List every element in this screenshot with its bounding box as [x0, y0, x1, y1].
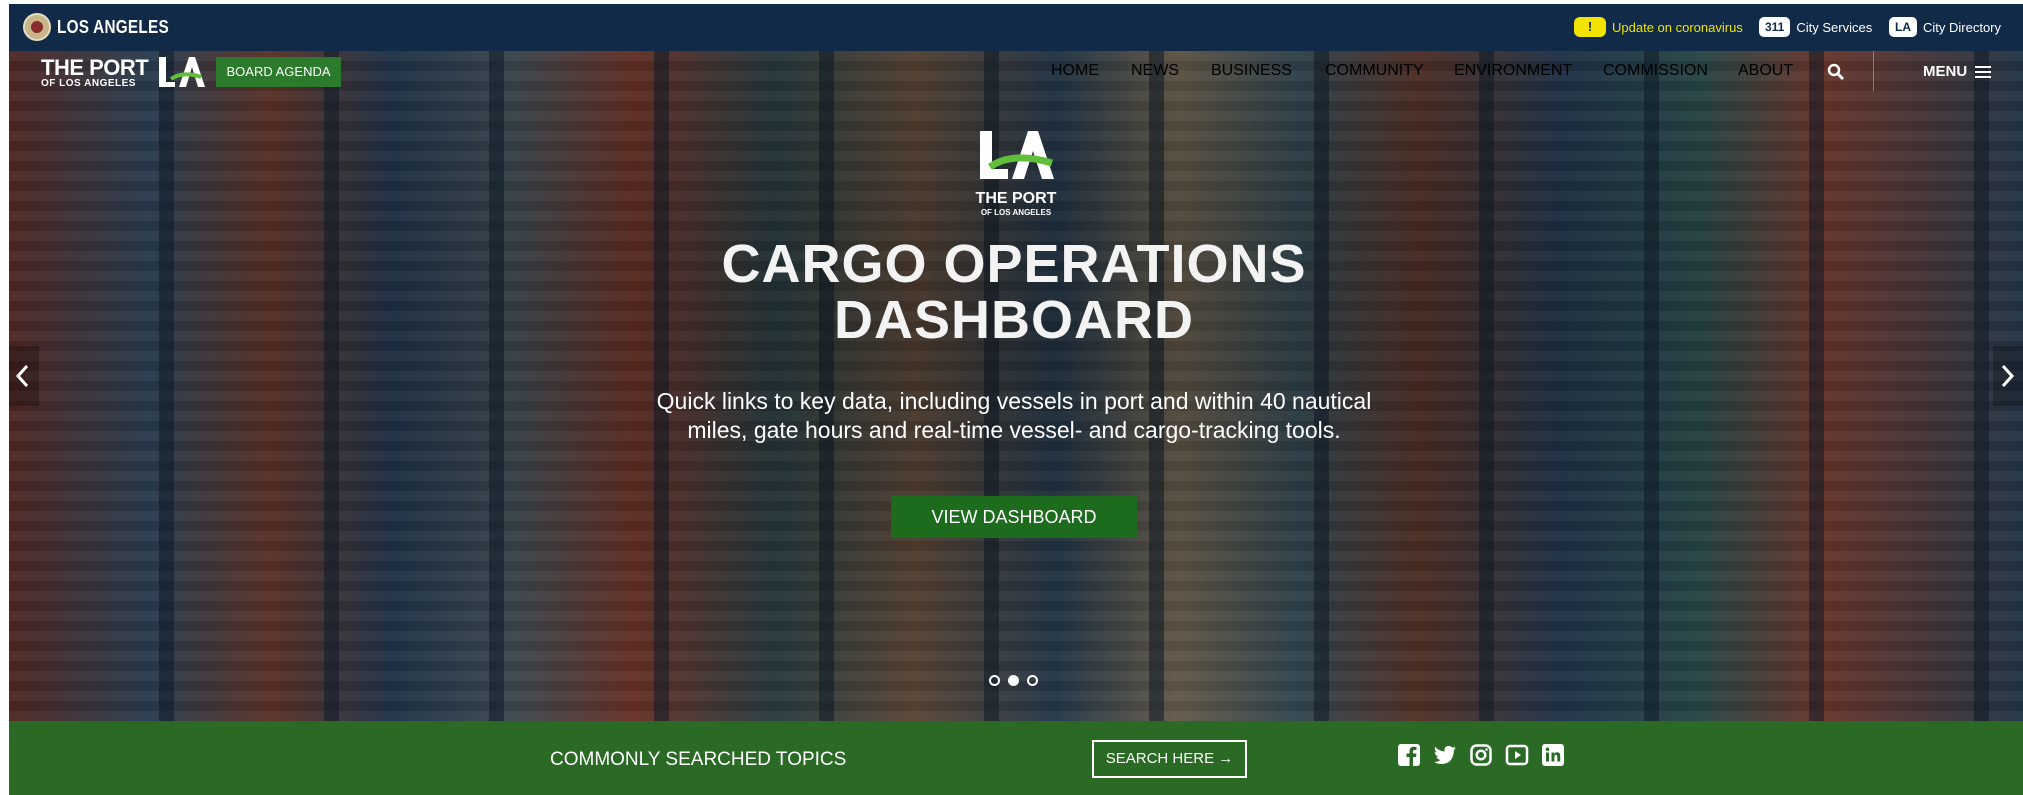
- facebook-icon[interactable]: [1397, 743, 1421, 767]
- alert-icon: !: [1574, 17, 1606, 37]
- view-dashboard-button[interactable]: VIEW DASHBOARD: [891, 496, 1137, 538]
- nav-home[interactable]: HOME: [1051, 62, 1099, 80]
- hero-carousel: THE PORT OF LOS ANGELES BOARD AGENDA HOM…: [9, 51, 2023, 721]
- chevron-right-icon: [2001, 364, 2015, 388]
- hero-title: CARGO OPERATIONS DASHBOARD: [721, 234, 1307, 350]
- nav-commission[interactable]: COMMISSION: [1603, 62, 1708, 80]
- nav-news[interactable]: NEWS: [1131, 62, 1179, 80]
- nav-business[interactable]: BUSINESS: [1211, 62, 1292, 80]
- search-icon[interactable]: [1827, 63, 1845, 81]
- city-services-link[interactable]: 311 City Services: [1759, 17, 1872, 37]
- la-badge: LA: [1889, 17, 1917, 37]
- menu-label: MENU: [1923, 63, 1968, 80]
- carousel-dot-1[interactable]: [989, 675, 1000, 686]
- linkedin-icon[interactable]: [1541, 743, 1565, 767]
- commonly-searched-topics-label: COMMONLY SEARCHED TOPICS: [550, 749, 847, 770]
- city-seal-icon[interactable]: [23, 13, 51, 41]
- la-logo-icon: [159, 57, 205, 87]
- city-top-bar: LOS ANGELES ! Update on coronavirus 311 …: [9, 4, 2023, 51]
- youtube-icon[interactable]: [1505, 743, 1529, 767]
- carousel-dot-3[interactable]: [1027, 675, 1038, 686]
- searched-topics-bar: COMMONLY SEARCHED TOPICS SEARCH HERE →: [9, 721, 2023, 795]
- logo-line1: THE PORT: [41, 55, 149, 80]
- carousel-next-button[interactable]: [1993, 346, 2023, 406]
- chevron-left-icon: [15, 364, 29, 388]
- services-311-badge: 311: [1759, 17, 1791, 37]
- carousel-dots: [989, 675, 1038, 686]
- nav-community[interactable]: COMMUNITY: [1325, 62, 1424, 80]
- hero-subtitle: Quick links to key data, including vesse…: [656, 388, 1372, 443]
- carousel-prev-button[interactable]: [9, 346, 39, 406]
- nav-divider: [1873, 51, 1874, 91]
- twitter-icon[interactable]: [1433, 743, 1457, 767]
- coronavirus-alert-link[interactable]: ! Update on coronavirus: [1574, 17, 1743, 37]
- menu-button[interactable]: MENU: [1923, 63, 1992, 80]
- instagram-icon[interactable]: [1469, 743, 1493, 767]
- alert-text: Update on coronavirus: [1612, 19, 1743, 35]
- center-logo-line1: THE PORT: [976, 190, 1057, 207]
- city-directory-label: City Directory: [1923, 19, 2002, 35]
- logo-line2: OF LOS ANGELES: [41, 78, 136, 89]
- nav-environment[interactable]: ENVIRONMENT: [1454, 62, 1572, 80]
- center-logo-line2: OF LOS ANGELES: [981, 208, 1052, 217]
- city-name-link[interactable]: LOS ANGELES: [57, 17, 169, 38]
- nav-about[interactable]: ABOUT: [1738, 62, 1793, 80]
- search-here-button[interactable]: SEARCH HERE →: [1092, 740, 1247, 778]
- carousel-dot-2[interactable]: [1008, 675, 1019, 686]
- social-links: [1397, 743, 1565, 767]
- city-services-label: City Services: [1796, 19, 1873, 35]
- port-logo-link[interactable]: THE PORT OF LOS ANGELES: [41, 55, 149, 89]
- port-la-center-logo: THE PORT OF LOS ANGELES: [976, 131, 1057, 217]
- hamburger-icon: [1975, 65, 1992, 78]
- city-directory-link[interactable]: LA City Directory: [1889, 17, 2001, 37]
- board-agenda-button[interactable]: BOARD AGENDA: [216, 57, 341, 87]
